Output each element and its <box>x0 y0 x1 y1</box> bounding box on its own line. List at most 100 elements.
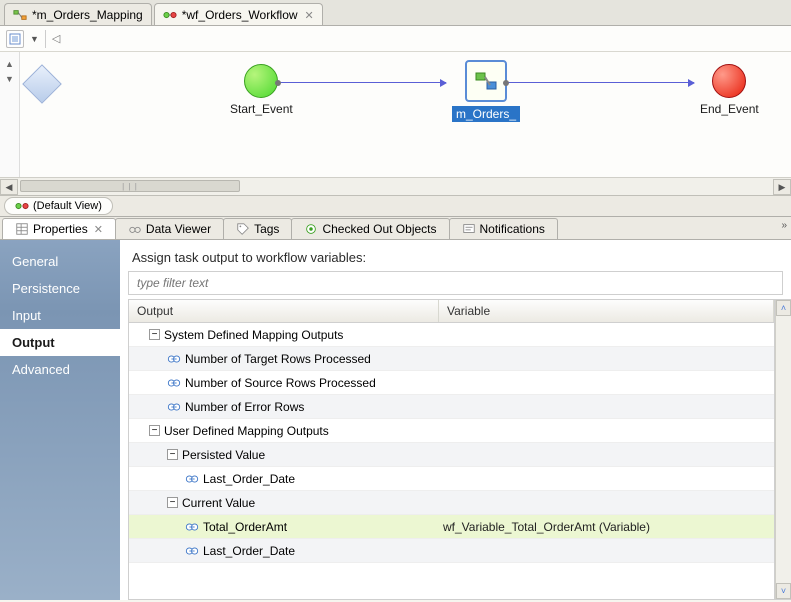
side-tab-persistence[interactable]: Persistence <box>0 275 120 302</box>
collapse-toggle[interactable]: − <box>167 497 178 508</box>
workflow-canvas-panel: ▼ ◁ ▲ ▼ Start_Event m_Orders_ End_Event <box>0 26 791 196</box>
variable-icon <box>185 472 199 486</box>
scroll-thumb[interactable]: | | | <box>20 180 240 192</box>
variable-icon <box>167 376 181 390</box>
row-label: Current Value <box>182 496 255 510</box>
variable-icon <box>185 520 199 534</box>
view-tab-row: (Default View) <box>0 196 791 216</box>
scroll-left-button[interactable]: ◀ <box>0 179 18 195</box>
end-event-node[interactable]: End_Event <box>700 64 759 116</box>
mapping-task-label: m_Orders_ <box>452 106 520 122</box>
start-event-label: Start_Event <box>230 102 293 116</box>
start-event-icon <box>244 64 278 98</box>
end-event-icon <box>712 64 746 98</box>
default-view-chip[interactable]: (Default View) <box>4 197 113 215</box>
column-header-variable[interactable]: Variable <box>439 300 774 322</box>
mapping-task-node[interactable]: m_Orders_ <box>452 60 520 122</box>
checkout-icon <box>304 222 318 236</box>
tree-leaf-row[interactable]: Total_OrderAmt wf_Variable_Total_OrderAmt… <box>129 515 774 539</box>
side-tab-advanced[interactable]: Advanced <box>0 356 120 383</box>
row-label: Last_Order_Date <box>203 544 295 558</box>
row-label: User Defined Mapping Outputs <box>164 424 329 438</box>
grid-vscrollbar[interactable]: ˄ ˅ <box>775 300 791 599</box>
collapse-toggle[interactable]: − <box>149 329 160 340</box>
properties-panel: General Persistence Input Output Advance… <box>0 240 791 600</box>
tab-properties-label: Properties <box>33 222 88 236</box>
tabs-overflow-icon[interactable]: » <box>781 220 787 231</box>
tree-group-row[interactable]: −Persisted Value <box>129 443 774 467</box>
toolbar-prev-arrow[interactable]: ◁ <box>52 32 60 45</box>
properties-heading: Assign task output to workflow variables… <box>120 240 791 271</box>
workflow-icon <box>163 8 177 22</box>
tab-data-viewer-label: Data Viewer <box>146 222 211 236</box>
scroll-right-button[interactable]: ▶ <box>773 179 791 195</box>
tab-properties[interactable]: Properties ✕ <box>2 218 116 239</box>
close-icon[interactable]: ✕ <box>94 223 103 236</box>
workflow-canvas[interactable]: ▲ ▼ Start_Event m_Orders_ End_Event <box>0 52 791 177</box>
tree-group-row[interactable]: −User Defined Mapping Outputs <box>129 419 774 443</box>
side-tab-output[interactable]: Output <box>0 329 120 356</box>
tab-data-viewer[interactable]: Data Viewer <box>115 218 224 239</box>
row-label: System Defined Mapping Outputs <box>164 328 343 342</box>
tab-notifications[interactable]: Notifications <box>449 218 558 239</box>
tab-workflow-label: *wf_Orders_Workflow <box>182 8 298 22</box>
row-label: Number of Target Rows Processed <box>185 352 371 366</box>
palette-gateway-icon[interactable] <box>22 64 62 104</box>
row-label: Total_OrderAmt <box>203 520 287 534</box>
collapse-toggle[interactable]: − <box>167 449 178 460</box>
note-icon <box>462 222 476 236</box>
workflow-icon <box>15 199 29 213</box>
variable-icon <box>167 352 181 366</box>
start-event-node[interactable]: Start_Event <box>230 64 293 116</box>
mapping-task-icon <box>465 60 507 102</box>
tag-icon <box>236 222 250 236</box>
output-grid-wrap: Output Variable −System Defined Mapping … <box>128 299 791 600</box>
scroll-down-button[interactable]: ˅ <box>776 583 791 599</box>
connector-task-to-end[interactable] <box>506 82 694 83</box>
tree-leaf-row[interactable]: Number of Target Rows Processed <box>129 347 774 371</box>
toolbar-separator <box>45 30 46 48</box>
tree-leaf-row[interactable]: Number of Error Rows <box>129 395 774 419</box>
end-event-label: End_Event <box>700 102 759 116</box>
row-label: Last_Order_Date <box>203 472 295 486</box>
canvas-toolbar: ▼ ◁ <box>0 26 791 52</box>
tab-notifications-label: Notifications <box>480 222 545 236</box>
side-tab-input[interactable]: Input <box>0 302 120 329</box>
scroll-up-button[interactable]: ˄ <box>776 300 791 316</box>
tab-mapping-label: *m_Orders_Mapping <box>32 8 143 22</box>
filter-text-wrap <box>128 271 783 295</box>
output-grid-body: −System Defined Mapping OutputsNumber of… <box>129 323 774 599</box>
tree-group-row[interactable]: −System Defined Mapping Outputs <box>129 323 774 347</box>
vertical-ruler: ▲ ▼ <box>0 52 20 177</box>
editor-tab-bar: *m_Orders_Mapping *wf_Orders_Workflow ✕ <box>0 0 791 26</box>
toolbar-dropdown-arrow[interactable]: ▼ <box>30 34 39 44</box>
canvas-hscrollbar[interactable]: ◀ | | | ▶ <box>0 177 791 195</box>
tree-leaf-row[interactable]: Last_Order_Date <box>129 539 774 563</box>
tab-checked-out[interactable]: Checked Out Objects <box>291 218 449 239</box>
default-view-label: (Default View) <box>33 200 102 212</box>
side-tab-general[interactable]: General <box>0 248 120 275</box>
tab-tags-label: Tags <box>254 222 279 236</box>
mapping-icon <box>13 8 27 22</box>
properties-side-nav: General Persistence Input Output Advance… <box>0 240 120 600</box>
tab-checked-out-label: Checked Out Objects <box>322 222 436 236</box>
tab-tags[interactable]: Tags <box>223 218 292 239</box>
tree-leaf-row[interactable]: Last_Order_Date <box>129 467 774 491</box>
tab-workflow[interactable]: *wf_Orders_Workflow ✕ <box>154 3 323 25</box>
row-label: Persisted Value <box>182 448 265 462</box>
column-header-output[interactable]: Output <box>129 300 439 322</box>
variable-icon <box>167 400 181 414</box>
toolbar-view-button[interactable] <box>6 30 24 48</box>
tree-group-row[interactable]: −Current Value <box>129 491 774 515</box>
close-icon[interactable]: ✕ <box>305 9 314 22</box>
tab-mapping[interactable]: *m_Orders_Mapping <box>4 3 152 25</box>
collapse-toggle[interactable]: − <box>149 425 160 436</box>
glasses-icon <box>128 222 142 236</box>
tree-leaf-row[interactable]: Number of Source Rows Processed <box>129 371 774 395</box>
output-grid: Output Variable −System Defined Mapping … <box>129 300 775 599</box>
properties-icon <box>15 222 29 236</box>
properties-main: Assign task output to workflow variables… <box>120 240 791 600</box>
connector-start-to-task[interactable] <box>278 82 446 83</box>
row-variable-cell[interactable]: wf_Variable_Total_OrderAmt (Variable) <box>439 520 774 534</box>
filter-text-input[interactable] <box>128 271 783 295</box>
